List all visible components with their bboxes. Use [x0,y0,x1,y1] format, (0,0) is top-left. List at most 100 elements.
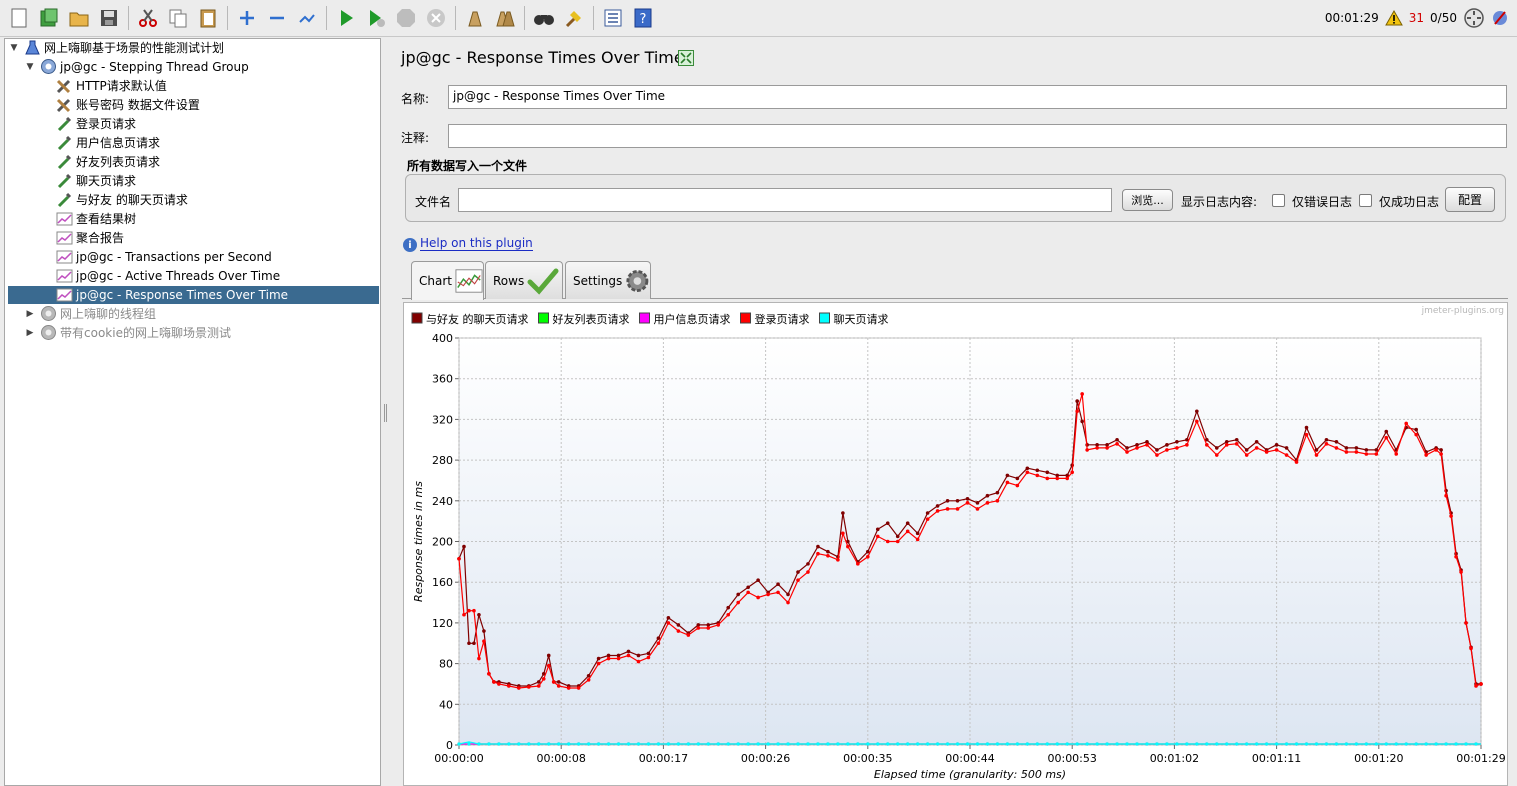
tree-node-chat-thread-group[interactable]: ▶ 网上嗨聊的线程组 [25,304,156,323]
tab-rows[interactable]: Rows [485,261,563,299]
data-point [1195,742,1199,746]
reset-search-icon[interactable] [561,6,586,31]
tree-node-login-request[interactable]: 登录页请求 [55,114,136,133]
data-point [566,686,571,690]
copy-icon[interactable] [165,6,190,31]
paste-icon[interactable] [195,6,220,31]
log-viewer-icon[interactable] [1491,8,1509,28]
expand-all-icon[interactable] [234,6,259,31]
tree-node-active-threads[interactable]: jp@gc - Active Threads Over Time [55,266,280,285]
search-icon[interactable] [531,6,556,31]
data-point [472,641,476,646]
new-icon[interactable] [6,6,31,31]
remote-status-icon[interactable] [1463,7,1485,29]
data-point [467,641,471,646]
data-point [1474,684,1478,688]
run-status: 00:01:29 31 0/50 [1325,7,1509,29]
name-label: 名称: [401,92,430,106]
clear-all-icon[interactable] [492,6,517,31]
data-point [945,499,950,503]
data-point [826,742,830,746]
gear-icon [626,269,649,292]
data-point [586,678,591,682]
toolbar: ? 00:01:29 31 0/50 [0,0,1517,37]
tree-node-friend-chat-request[interactable]: 与好友 的聊天页请求 [55,190,188,209]
data-point [1005,473,1010,478]
data-point [1214,446,1219,450]
data-point [1095,446,1099,450]
collapse-toggle-icon[interactable]: ▼ [9,43,19,53]
collapse-toggle-icon[interactable]: ▼ [25,62,35,72]
data-point [935,504,940,508]
help-icon[interactable]: ? [630,6,655,31]
data-point [596,656,601,661]
data-point [626,653,631,658]
data-point [1444,742,1448,746]
tree-node-cookie-scenario[interactable]: ▶ 带有cookie的网上嗨聊场景测试 [25,323,231,342]
data-point [551,680,556,684]
start-icon[interactable] [333,6,358,31]
tree-node-transactions-per-second[interactable]: jp@gc - Transactions per Second [55,247,272,266]
tree-node-http-defaults[interactable]: HTTP请求默认值 [55,76,167,95]
data-point [507,684,511,688]
comment-field[interactable] [448,124,1507,148]
tab-settings[interactable]: Settings [565,261,651,299]
data-point [1080,392,1084,396]
function-helper-icon[interactable] [600,6,625,31]
success-only-checkbox[interactable] [1359,194,1372,207]
tab-chart[interactable]: Chart [411,261,484,300]
templates-icon[interactable] [36,6,61,31]
help-link[interactable]: Help on this plugin [420,237,533,251]
tree-node-test-plan[interactable]: ▼ 网上嗨聊基于场景的性能测试计划 [9,38,224,57]
save-icon[interactable] [96,6,121,31]
clear-icon[interactable] [462,6,487,31]
expand-toggle-icon[interactable]: ▶ [25,328,35,338]
name-field[interactable]: jp@gc - Response Times Over Time [448,85,1507,109]
stop-icon[interactable] [393,6,418,31]
data-point [856,742,860,746]
data-point [546,653,551,658]
data-point [1439,452,1443,456]
tree-node-chat-request[interactable]: 聊天页请求 [55,171,136,190]
maximize-icon[interactable] [678,50,694,66]
tree-node-stepping-thread-group[interactable]: ▼ jp@gc - Stepping Thread Group [25,57,249,76]
tree-node-user-info-request[interactable]: 用户信息页请求 [55,133,160,152]
start-no-pauses-icon[interactable] [363,6,388,31]
tree-node-results-tree[interactable]: 查看结果树 [55,209,136,228]
data-point [846,742,850,746]
data-point [706,742,710,746]
tree-node-csv-data-set[interactable]: 账号密码 数据文件设置 [55,95,200,114]
test-plan-flask-icon [23,39,41,57]
legend-swatch [819,312,830,324]
y-tick-label: 200 [432,536,453,549]
data-point [547,742,551,746]
expand-toggle-icon[interactable]: ▶ [25,309,35,319]
open-icon[interactable] [66,6,91,31]
data-point [985,501,990,505]
checkmark-icon [527,268,559,295]
data-point [1274,443,1279,447]
cut-icon[interactable] [135,6,160,31]
disabled-gear-icon [39,324,57,342]
data-point [1244,453,1249,457]
toggle-icon[interactable] [294,6,319,31]
tree-node-response-times[interactable]: jp@gc - Response Times Over Time [55,285,288,304]
tree-node-friend-list-request[interactable]: 好友列表页请求 [55,152,160,171]
data-point [1214,453,1219,457]
browse-button[interactable]: 浏览... [1122,189,1173,211]
tree-node-label: 网上嗨聊的线程组 [60,307,157,321]
tree-node-aggregate-report[interactable]: 聚合报告 [55,228,124,247]
data-point [965,501,970,505]
jmeter-window: ? 00:01:29 31 0/50 ▼ 网上嗨聊基于场景的性能测试计划 ▼ j… [0,0,1517,786]
split-pane-divider[interactable] [383,38,388,786]
data-point [596,661,601,666]
shutdown-icon[interactable] [423,6,448,31]
filename-field[interactable] [458,188,1112,212]
data-point [915,537,920,542]
configure-button[interactable]: 配置 [1445,187,1495,212]
data-point [577,742,581,746]
collapse-all-icon[interactable] [264,6,289,31]
y-tick-label: 0 [446,739,453,752]
errors-only-checkbox[interactable] [1272,194,1285,207]
data-point [1344,742,1348,746]
